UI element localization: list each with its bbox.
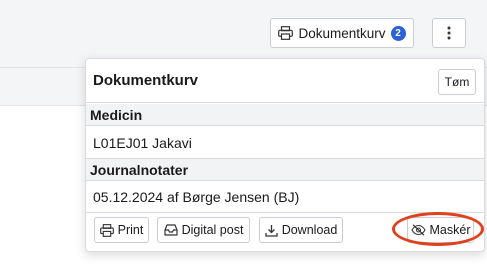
inbox-icon — [163, 224, 178, 236]
printer-icon — [99, 223, 114, 237]
list-item-medicin[interactable]: L01EJ01 Jakavi — [86, 127, 484, 159]
section-heading-medicin: Medicin — [86, 104, 484, 126]
digital-post-button[interactable]: Digital post — [157, 217, 250, 243]
digital-post-label: Digital post — [181, 223, 244, 237]
printer-icon — [278, 26, 294, 40]
list-item-journalnotat[interactable]: 05.12.2024 af Børge Jensen (BJ) — [86, 181, 484, 213]
document-basket-label: Dokumentkurv — [298, 25, 386, 41]
more-options-button[interactable] — [432, 18, 466, 48]
section-heading-journalnotater: Journalnotater — [86, 159, 484, 181]
print-button[interactable]: Print — [94, 217, 149, 243]
panel-header: Dokumentkurv Tøm — [86, 59, 484, 103]
document-basket-button[interactable]: Dokumentkurv 2 — [270, 18, 414, 48]
download-icon — [265, 224, 278, 237]
print-label: Print — [117, 223, 144, 237]
vertical-ellipsis-icon — [447, 26, 451, 40]
download-label: Download — [281, 223, 338, 237]
highlight-ring — [392, 212, 484, 246]
download-button[interactable]: Download — [259, 217, 343, 243]
basket-count-badge: 2 — [390, 25, 406, 41]
panel-title: Dokumentkurv — [93, 72, 199, 89]
clear-button[interactable]: Tøm — [438, 69, 476, 95]
